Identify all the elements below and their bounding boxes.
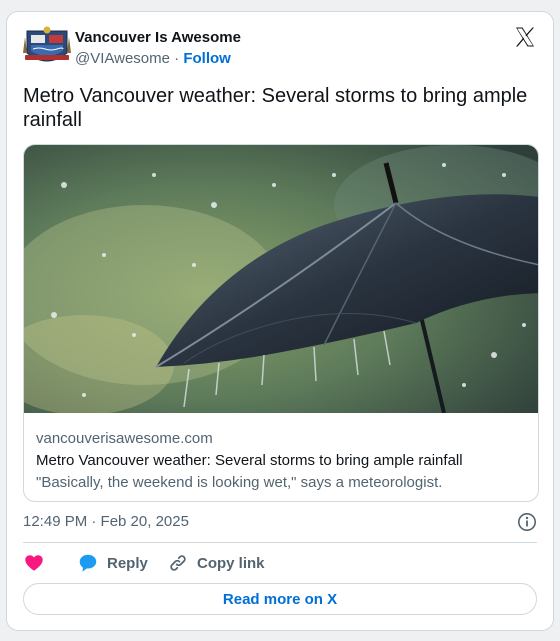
link-description: "Basically, the weekend is looking wet,"…	[36, 474, 443, 491]
divider	[23, 542, 537, 543]
post-header: Vancouver Is Awesome @VIAwesome · Follow	[23, 25, 537, 69]
link-domain: vancouverisawesome.com	[36, 430, 213, 447]
reply-button[interactable]: Reply	[77, 552, 148, 574]
link-title[interactable]: Metro Vancouver weather: Several storms …	[36, 451, 526, 471]
separator-dot: ·	[174, 50, 180, 67]
author-line: @VIAwesome · Follow	[75, 50, 231, 67]
action-bar: Reply Copy link	[23, 552, 537, 574]
link-preview-image[interactable]	[24, 145, 539, 413]
copy-link-button[interactable]: Copy link	[167, 552, 265, 574]
post-timestamp[interactable]: 12:49 PM · Feb 20, 2025	[23, 513, 189, 530]
post-text: Metro Vancouver weather: Several storms …	[23, 85, 528, 131]
link-icon	[170, 555, 186, 571]
avatar[interactable]	[23, 25, 71, 69]
timestamp-row: 12:49 PM · Feb 20, 2025	[23, 511, 537, 533]
embedded-post-card: Vancouver Is Awesome @VIAwesome · Follow…	[6, 11, 554, 631]
read-more-button[interactable]: Read more on X	[23, 583, 537, 615]
link-preview-card[interactable]: vancouverisawesome.com Metro Vancouver w…	[23, 144, 539, 502]
link-preview-meta: vancouverisawesome.com Metro Vancouver w…	[36, 429, 526, 493]
info-icon[interactable]	[517, 512, 537, 532]
follow-button[interactable]: Follow	[183, 50, 231, 67]
reply-label: Reply	[107, 554, 148, 572]
author-name[interactable]: Vancouver Is Awesome	[75, 29, 241, 46]
reply-bubble-icon	[79, 554, 97, 572]
x-logo-icon[interactable]	[513, 25, 537, 49]
author-handle[interactable]: @VIAwesome	[75, 50, 170, 67]
like-button[interactable]	[23, 552, 45, 574]
copy-link-label: Copy link	[197, 554, 265, 572]
heart-icon	[25, 555, 43, 571]
